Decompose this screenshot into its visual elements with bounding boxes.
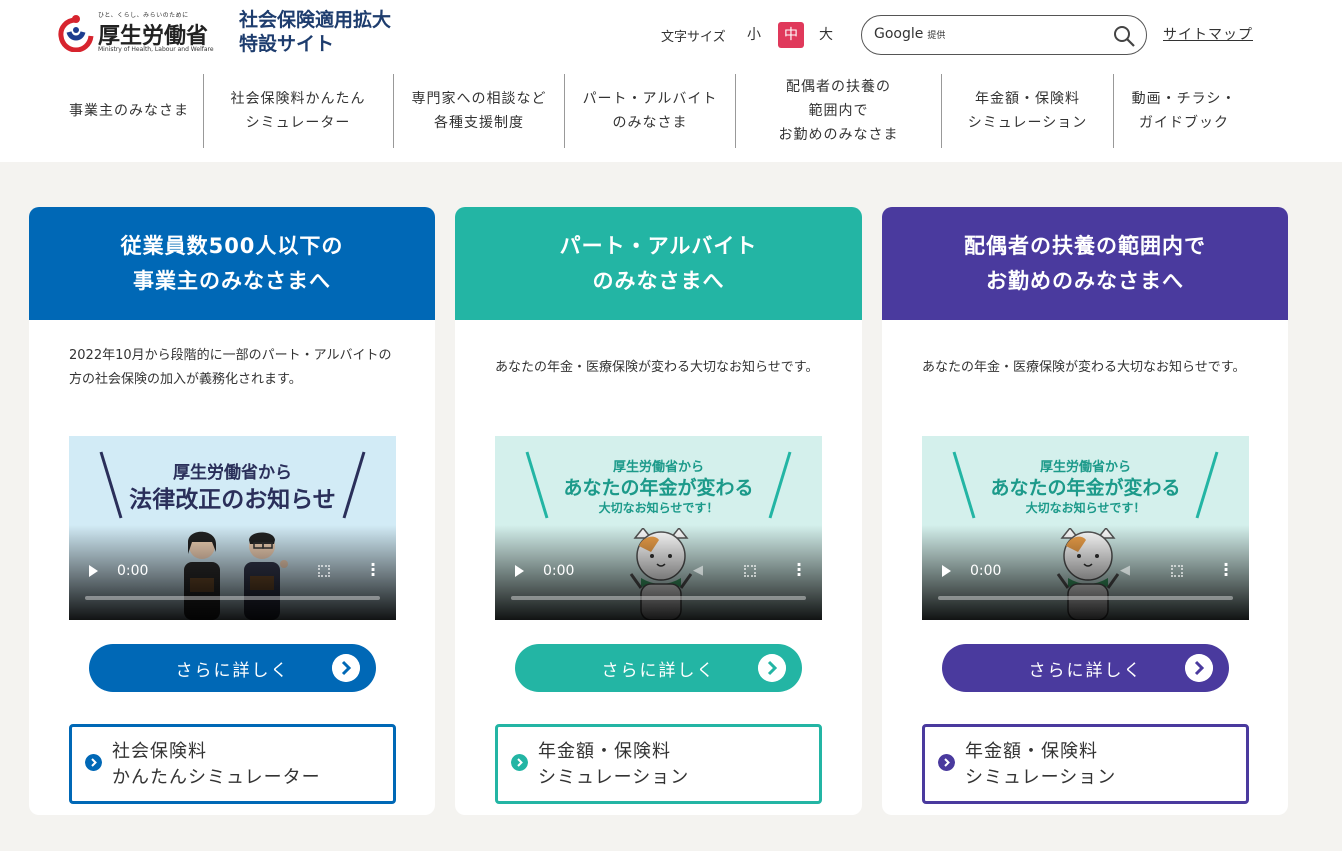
chevron-right-icon [758,654,786,682]
video-title-line-3: 大切なお知らせです！ [1025,501,1146,515]
video-time: 0:00 [970,563,1002,579]
site-title-line-1: 社会保険適用拡大 [239,9,392,31]
card-description: あなたの年金・医療保険が変わる大切なお知らせです。 [922,360,1246,375]
play-icon[interactable] [515,565,524,577]
nav-item-dependents[interactable]: 配偶者の扶養の 範囲内で お勤めのみなさま [736,74,941,148]
site-title-line-2: 特設サイト [239,33,335,55]
nav-item-premium-simulator[interactable]: 社会保険料かんたん シミュレーター [204,74,392,148]
video-title-line-2: あなたの年金が変わる [563,477,754,499]
logo-english-name: Ministry of Health, Labour and Welfare [98,46,214,53]
volume-icon[interactable]: ◀ [693,563,703,578]
nav-item-support-programs[interactable]: 専門家への相談など 各種支援制度 [394,74,564,148]
search-provider-label: Google 提供 [874,26,945,42]
video-progress-bar[interactable] [85,596,380,600]
video-progress-bar[interactable] [938,596,1233,600]
link-label: 年金額・保険料 シミュレーション [965,741,1117,788]
card-part-time: パート・アルバイト のみなさまへ あなたの年金・医療保険が変わる大切なお知らせで… [455,207,862,815]
site-search: Google 提供 [861,15,1147,55]
pension-simulation-link[interactable]: 年金額・保険料 シミュレーション [922,724,1249,804]
card-description: あなたの年金・医療保険が変わる大切なお知らせです。 [495,360,819,375]
card-dependents: 配偶者の扶養の範囲内で お勤めのみなさまへ あなたの年金・医療保険が変わる大切な… [882,207,1288,815]
play-icon[interactable] [89,565,98,577]
fullscreen-icon[interactable] [744,565,756,577]
chevron-right-icon [938,754,955,771]
chevron-right-icon [511,754,528,771]
video-title-line-2: あなたの年金が変わる [990,477,1181,499]
card-title: 配偶者の扶養の範囲内で お勤めのみなさまへ [882,207,1288,320]
more-details-label: さらに詳しく [175,660,290,681]
more-details-button[interactable]: さらに詳しく [515,644,802,692]
nav-item-employers[interactable]: 事業主のみなさま [56,74,202,148]
font-size-medium-button[interactable]: 中 [778,22,804,48]
more-options-icon[interactable]: · · · [1223,557,1229,583]
card-description: 2022年10月から段階的に一部のパート・アルバイトの方の社会保険の加入が義務化… [69,348,392,387]
search-input[interactable] [954,24,1104,46]
video-progress-bar[interactable] [511,596,806,600]
volume-icon[interactable]: ◀ [1120,563,1130,578]
video-player[interactable]: 厚生労働省から あなたの年金が変わる 大切なお知らせです！ 0:00 ◀ · · · [922,436,1249,620]
fullscreen-icon[interactable] [1171,565,1183,577]
video-time: 0:00 [543,563,575,579]
pension-simulation-link[interactable]: 年金額・保険料 シミュレーション [495,724,822,804]
video-title-line-3: 大切なお知らせです！ [598,501,719,515]
site-title[interactable]: 社会保険適用拡大 特設サイト [239,8,391,56]
more-options-icon[interactable]: · · · [370,557,376,583]
card-title: 従業員数500人以下の 事業主のみなさまへ [29,207,435,320]
font-size-label: 文字サイズ [661,30,726,45]
chevron-right-icon [1185,654,1213,682]
nav-item-media[interactable]: 動画・チラシ・ ガイドブック [1114,74,1254,148]
play-icon[interactable] [942,565,951,577]
ministry-logo[interactable]: ひと、くらし、みらいのために 厚生労働省 Ministry of Health,… [58,10,228,56]
nav-item-part-time[interactable]: パート・アルバイト のみなさま [565,74,735,148]
more-details-button[interactable]: さらに詳しく [89,644,376,692]
more-options-icon[interactable]: · · · [796,557,802,583]
chevron-right-icon [332,654,360,682]
card-employers: 従業員数500人以下の 事業主のみなさまへ 2022年10月から段階的に一部のパ… [29,207,435,815]
search-icon[interactable] [1112,24,1136,48]
link-label: 年金額・保険料 シミュレーション [538,741,690,788]
search-brand: Google [874,26,924,42]
ministry-logo-icon [58,15,94,52]
font-size-large-button[interactable]: 大 [813,22,839,48]
more-details-label: さらに詳しく [601,660,716,681]
search-brand-suffix: 提供 [927,31,946,41]
nav-item-pension-simulation[interactable]: 年金額・保険料 シミュレーション [942,74,1113,148]
video-player[interactable]: 厚生労働省から あなたの年金が変わる 大切なお知らせです！ 0:00 ◀ · · · [495,436,822,620]
video-title-line-2: 法律改正のお知らせ [129,487,336,513]
chevron-right-icon [85,754,102,771]
card-title: パート・アルバイト のみなさまへ [455,207,862,320]
link-label: 社会保険料 かんたんシミュレーター [112,741,321,788]
more-details-label: さらに詳しく [1028,660,1143,681]
font-size-small-button[interactable]: 小 [741,22,767,48]
site-header: ひと、くらし、みらいのために 厚生労働省 Ministry of Health,… [0,0,1342,162]
sitemap-link[interactable]: サイトマップ [1163,24,1253,44]
fullscreen-icon[interactable] [318,565,330,577]
video-time: 0:00 [117,563,149,579]
premium-simulator-link[interactable]: 社会保険料 かんたんシミュレーター [69,724,396,804]
more-details-button[interactable]: さらに詳しく [942,644,1229,692]
video-player[interactable]: 厚生労働省から 法律改正のお知らせ 0:00 · · · [69,436,396,620]
